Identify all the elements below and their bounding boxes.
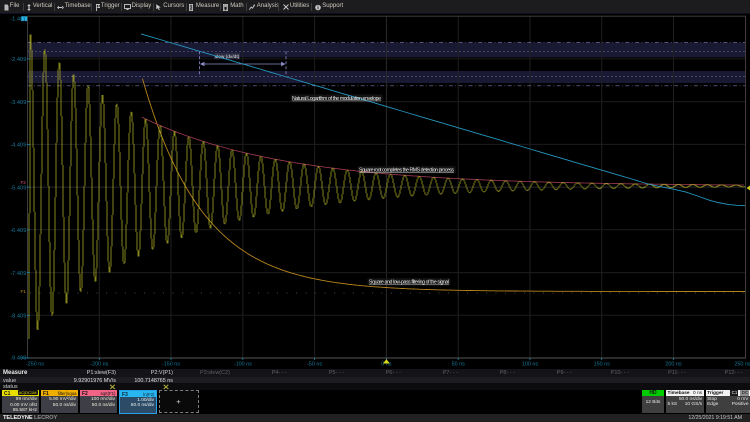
svg-text:-50 ns: -50 ns [307, 361, 322, 367]
svg-text:F2: F2 [21, 179, 27, 184]
svg-text:-150 ns: -150 ns [162, 361, 180, 367]
svg-text:100 ns: 100 ns [522, 361, 538, 367]
svg-text:-7.409: -7.409 [10, 270, 26, 276]
svg-text:-5.409: -5.409 [10, 185, 26, 191]
svg-text:-250 ns: -250 ns [26, 361, 44, 367]
svg-text:-9.409: -9.409 [10, 355, 26, 361]
svg-text:-2.409: -2.409 [10, 57, 26, 63]
svg-text:F1: F1 [21, 289, 27, 294]
svg-text:200 ns: 200 ns [665, 361, 681, 367]
svg-text:-4.409: -4.409 [10, 142, 26, 148]
svg-text:250 ns: 250 ns [734, 361, 750, 367]
svg-text:50 ns: 50 ns [452, 361, 465, 367]
svg-text:150 ns: 150 ns [594, 361, 610, 367]
svg-text:-100 ns: -100 ns [234, 361, 252, 367]
svg-text:-6.409: -6.409 [10, 228, 26, 234]
svg-text:-3.409: -3.409 [10, 99, 26, 105]
svg-text:-8.409: -8.409 [10, 313, 26, 319]
svg-text:-200 ns: -200 ns [90, 361, 108, 367]
